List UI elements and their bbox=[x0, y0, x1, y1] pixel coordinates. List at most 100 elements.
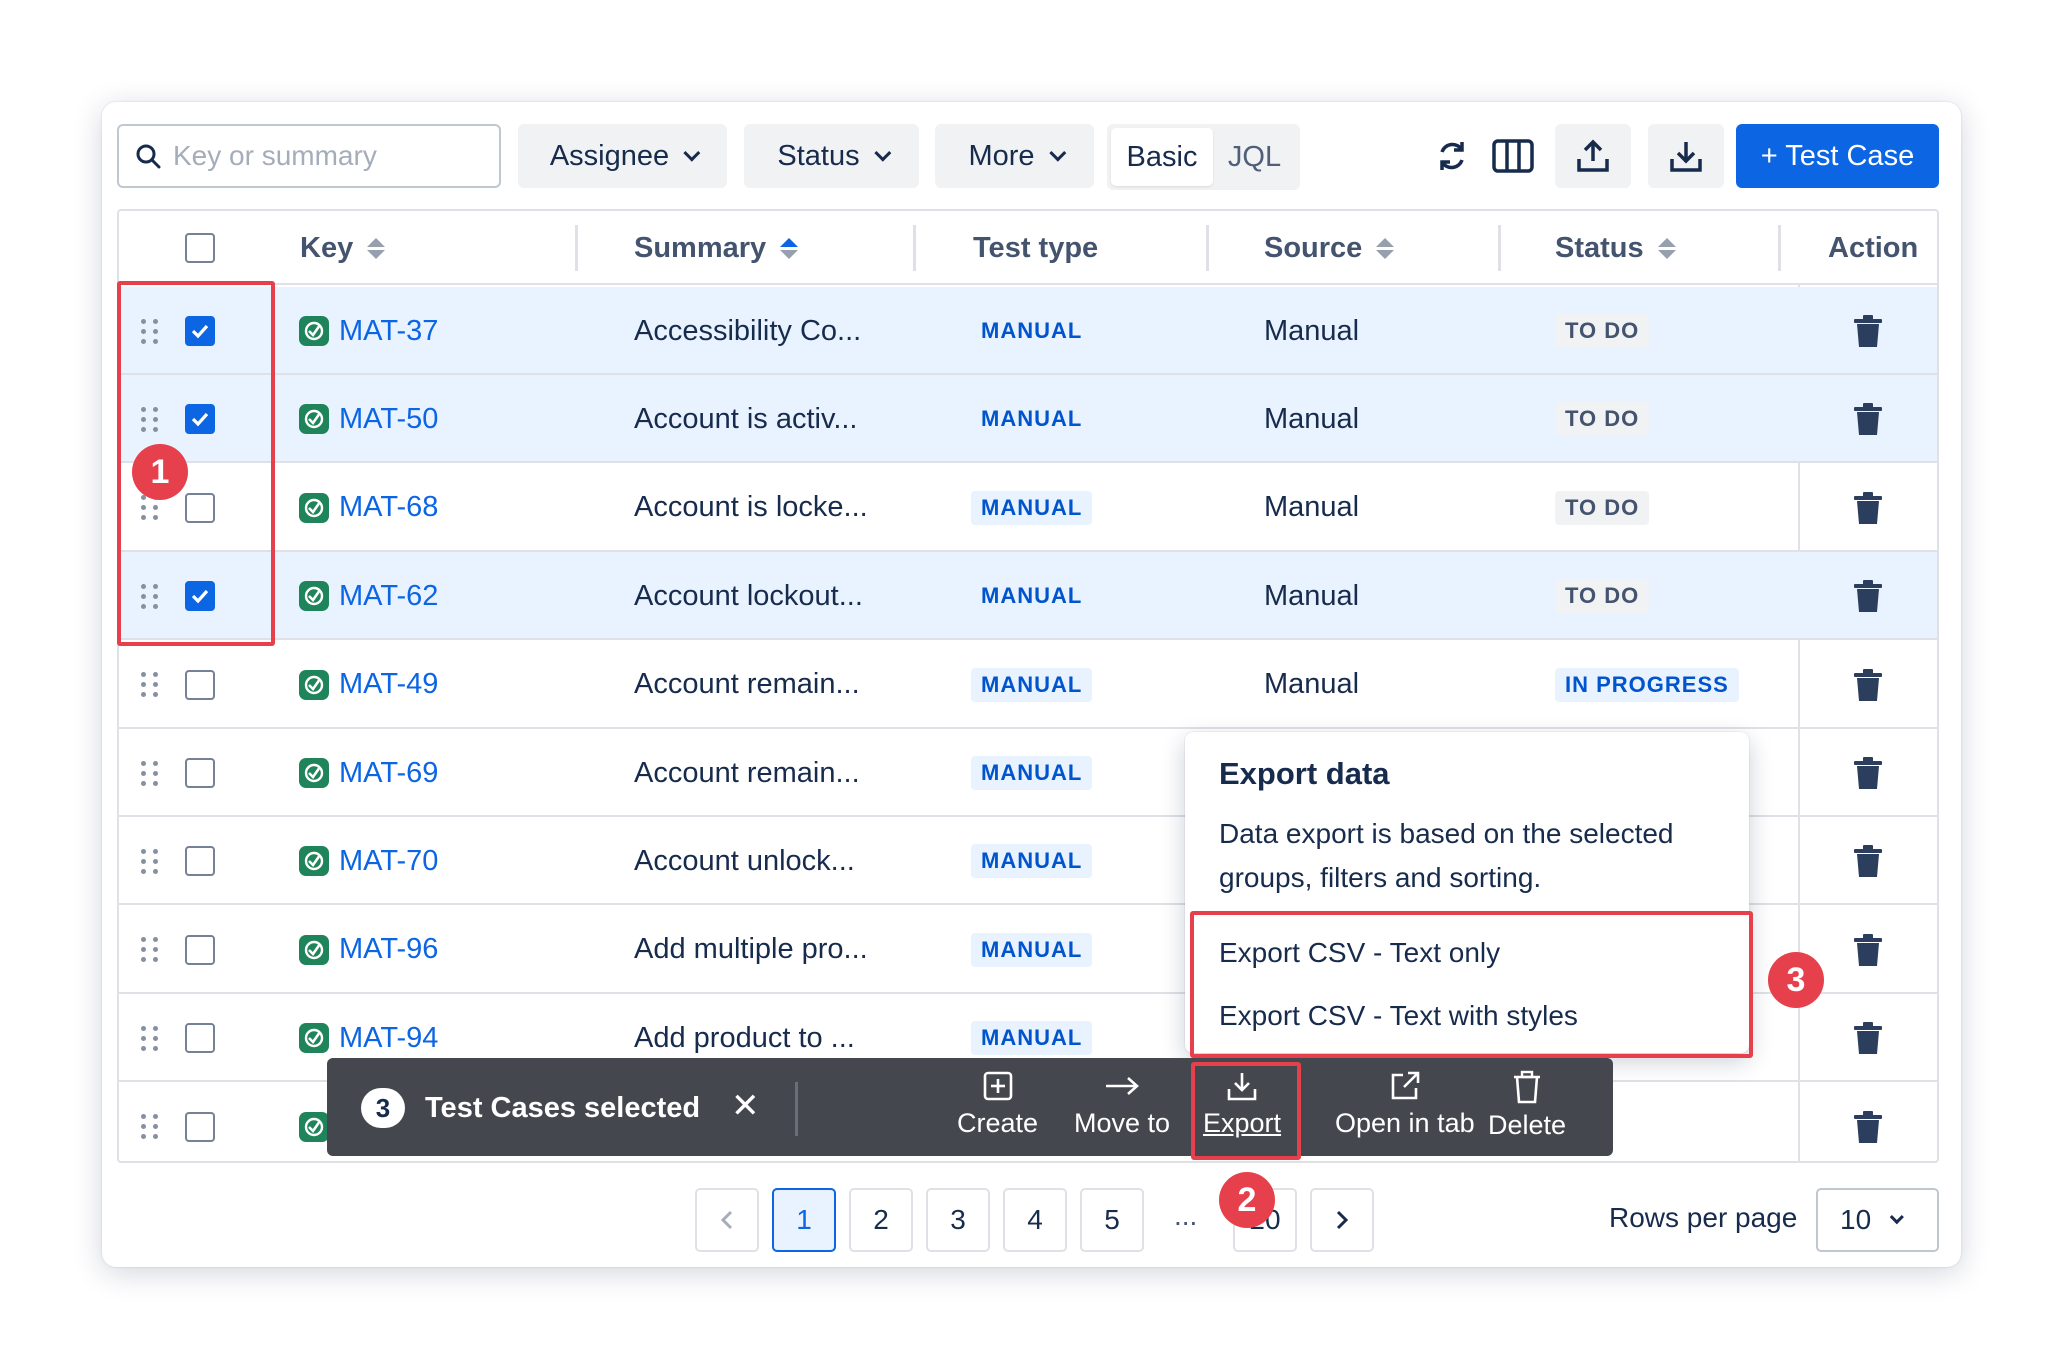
columns-icon bbox=[1492, 139, 1534, 173]
row-checkbox[interactable] bbox=[185, 934, 215, 965]
column-status[interactable]: Status bbox=[1555, 211, 1676, 285]
summary-cell: Account lockout... bbox=[634, 579, 863, 612]
summary-cell: Account is activ... bbox=[634, 402, 858, 435]
bulk-move-button[interactable]: Move to bbox=[1074, 1070, 1170, 1139]
column-summary-label: Summary bbox=[634, 231, 767, 264]
test-case-type-icon bbox=[299, 581, 329, 612]
source-cell: Manual bbox=[1264, 314, 1360, 347]
drag-handle-icon[interactable] bbox=[141, 641, 159, 729]
test-type-lozenge: MANUAL bbox=[971, 756, 1093, 790]
test-case-key-link[interactable]: MAT-49 bbox=[339, 668, 438, 701]
column-key[interactable]: Key bbox=[300, 211, 386, 285]
column-status-label: Status bbox=[1555, 231, 1644, 264]
assignee-filter-label: Assignee bbox=[549, 139, 670, 172]
delete-row-button[interactable] bbox=[1853, 729, 1883, 817]
prev-page-button[interactable] bbox=[695, 1188, 759, 1252]
delete-row-button[interactable] bbox=[1853, 464, 1883, 552]
bulk-create-button[interactable]: Create bbox=[957, 1070, 1038, 1139]
table-row[interactable]: MAT-68 Account is locke... MANUAL Manual TO … bbox=[119, 464, 1937, 552]
test-case-key-link[interactable]: MAT-37 bbox=[339, 315, 438, 348]
upload-button[interactable] bbox=[1555, 124, 1631, 188]
column-action-label: Action bbox=[1828, 231, 1919, 264]
row-checkbox[interactable] bbox=[185, 758, 215, 788]
delete-row-button[interactable] bbox=[1853, 994, 1883, 1082]
table-row[interactable]: MAT-50 Account is activ... MANUAL Manual TO … bbox=[119, 375, 1937, 464]
sort-icon bbox=[1376, 237, 1395, 259]
summary-cell: Account unlock... bbox=[634, 844, 855, 877]
delete-row-button[interactable] bbox=[1853, 1083, 1883, 1161]
table-row[interactable]: MAT-37 Accessibility Co... MANUAL Manual TO … bbox=[119, 287, 1937, 375]
column-source-label: Source bbox=[1264, 231, 1363, 264]
page-4-button[interactable]: 4 bbox=[1003, 1188, 1067, 1252]
page-3-button[interactable]: 3 bbox=[926, 1188, 990, 1252]
test-type-lozenge: MANUAL bbox=[971, 844, 1093, 879]
test-case-key-link[interactable]: MAT-94 bbox=[339, 1022, 438, 1055]
search-icon bbox=[136, 144, 161, 169]
test-case-key-link[interactable]: MAT-70 bbox=[339, 845, 438, 878]
delete-row-button[interactable] bbox=[1853, 817, 1883, 905]
page-1-button[interactable]: 1 bbox=[772, 1188, 836, 1252]
column-source[interactable]: Source bbox=[1264, 211, 1395, 285]
search-mode-toggle: Basic JQL bbox=[1107, 124, 1300, 190]
select-all-checkbox[interactable] bbox=[185, 233, 215, 263]
status-filter-button[interactable]: Status bbox=[744, 124, 919, 188]
columns-button[interactable] bbox=[1490, 124, 1536, 188]
selected-label: Test Cases selected bbox=[425, 1092, 701, 1124]
download-button[interactable] bbox=[1648, 124, 1724, 188]
delete-row-button[interactable] bbox=[1853, 287, 1883, 375]
trash-icon bbox=[1854, 845, 1882, 878]
test-case-key-link[interactable]: MAT-62 bbox=[339, 580, 438, 613]
assignee-filter-button[interactable]: Assignee bbox=[518, 124, 727, 188]
search-input[interactable]: Key or summary bbox=[117, 124, 501, 188]
test-case-key-link[interactable]: MAT-68 bbox=[339, 491, 438, 524]
table-row[interactable]: MAT-49 Account remain... MANUAL Manual IN PR… bbox=[119, 641, 1937, 729]
mode-basic-tab[interactable]: Basic bbox=[1111, 128, 1213, 186]
bulk-delete-button[interactable]: Delete bbox=[1488, 1070, 1566, 1141]
create-test-case-button[interactable]: + Test Case bbox=[1736, 124, 1939, 188]
row-checkbox[interactable] bbox=[185, 1111, 215, 1142]
status-lozenge: IN PROGRESS bbox=[1555, 667, 1739, 702]
drag-handle-icon[interactable] bbox=[141, 1083, 159, 1161]
next-page-button[interactable] bbox=[1310, 1188, 1374, 1252]
page-2-button[interactable]: 2 bbox=[849, 1188, 913, 1252]
more-filter-button[interactable]: More bbox=[935, 124, 1094, 188]
test-case-key-link[interactable]: MAT-50 bbox=[339, 403, 438, 436]
page-5-button[interactable]: 5 bbox=[1080, 1188, 1144, 1252]
chevron-down-icon bbox=[873, 144, 891, 162]
drag-handle-icon[interactable] bbox=[141, 817, 159, 905]
status-lozenge: TO DO bbox=[1555, 490, 1650, 525]
column-action: Action bbox=[1828, 211, 1918, 285]
delete-row-button[interactable] bbox=[1853, 906, 1883, 994]
test-case-key-link[interactable]: MAT-69 bbox=[339, 757, 438, 790]
rows-per-page-label: Rows per page bbox=[1609, 1202, 1798, 1233]
arrow-right-icon bbox=[1106, 1077, 1139, 1095]
mode-jql-tab[interactable]: JQL bbox=[1213, 141, 1296, 174]
column-summary[interactable]: Summary bbox=[634, 211, 799, 285]
column-test-type[interactable]: Test type bbox=[973, 211, 1098, 285]
test-type-lozenge: MANUAL bbox=[971, 932, 1093, 967]
refresh-button[interactable] bbox=[1430, 124, 1474, 188]
row-checkbox[interactable] bbox=[185, 669, 215, 700]
clear-selection-button[interactable]: ✕ bbox=[731, 1086, 760, 1126]
refresh-icon bbox=[1440, 142, 1464, 170]
selected-count-badge: 3 bbox=[361, 1088, 405, 1128]
table-row[interactable]: MAT-62 Account lockout... MANUAL Manual TO D… bbox=[119, 552, 1937, 641]
row-checkbox[interactable] bbox=[185, 846, 215, 877]
test-case-type-icon bbox=[299, 404, 329, 435]
bulk-delete-label: Delete bbox=[1488, 1110, 1567, 1140]
bulk-open-in-tab-button[interactable]: Open in tab bbox=[1335, 1070, 1475, 1139]
drag-handle-icon[interactable] bbox=[141, 729, 159, 817]
drag-handle-icon[interactable] bbox=[141, 994, 159, 1082]
rows-per-page-select[interactable]: 10 bbox=[1816, 1188, 1939, 1252]
bulk-move-label: Move to bbox=[1074, 1108, 1171, 1138]
test-case-key-link[interactable]: MAT-96 bbox=[339, 933, 438, 966]
row-checkbox[interactable] bbox=[185, 1023, 215, 1054]
status-lozenge: TO DO bbox=[1555, 402, 1650, 437]
delete-row-button[interactable] bbox=[1853, 641, 1883, 729]
drag-handle-icon[interactable] bbox=[141, 906, 159, 994]
delete-row-button[interactable] bbox=[1853, 375, 1883, 463]
column-key-label: Key bbox=[300, 231, 354, 264]
delete-row-button[interactable] bbox=[1853, 552, 1883, 640]
test-case-type-icon bbox=[299, 316, 329, 346]
summary-cell: Account remain... bbox=[634, 756, 860, 789]
